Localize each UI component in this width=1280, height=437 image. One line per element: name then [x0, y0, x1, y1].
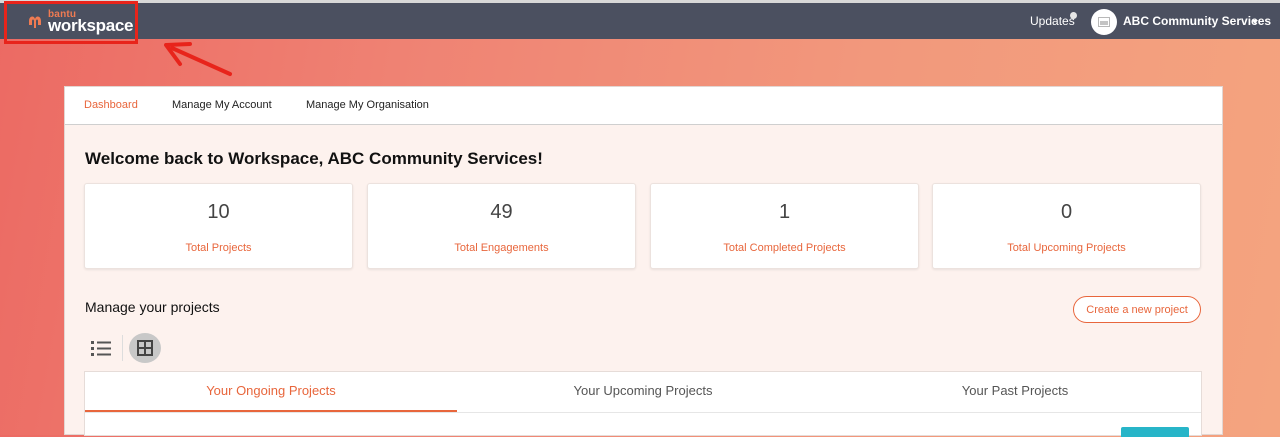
nav-dashboard[interactable]: Dashboard — [84, 99, 138, 111]
stat-label: Total Projects — [185, 242, 252, 254]
dashboard-panel: Dashboard Manage My Account Manage My Or… — [64, 86, 1223, 437]
stat-value: 10 — [207, 201, 230, 223]
manage-projects-heading: Manage your projects — [85, 299, 220, 315]
tab-upcoming-projects[interactable]: Your Upcoming Projects — [457, 372, 829, 412]
view-toggle-divider — [122, 335, 123, 361]
stat-card-total-projects: 10 Total Projects — [84, 183, 353, 269]
stat-label: Total Engagements — [454, 242, 549, 254]
stat-card-upcoming-projects: 0 Total Upcoming Projects — [932, 183, 1201, 269]
project-tabs: Your Ongoing Projects Your Upcoming Proj… — [84, 371, 1202, 437]
stat-card-total-engagements: 49 Total Engagements — [367, 183, 636, 269]
list-view-icon[interactable] — [89, 338, 113, 358]
pointer-arrow-icon — [164, 42, 232, 76]
tab-ongoing-projects[interactable]: Your Ongoing Projects — [85, 372, 457, 412]
stat-label: Total Completed Projects — [723, 242, 846, 254]
nav-manage-account[interactable]: Manage My Account — [172, 99, 272, 111]
stat-label: Total Upcoming Projects — [1007, 242, 1126, 254]
avatar[interactable] — [1091, 9, 1117, 35]
tab-past-projects[interactable]: Your Past Projects — [829, 372, 1201, 412]
chevron-down-icon[interactable] — [1252, 20, 1258, 24]
nav-manage-organisation[interactable]: Manage My Organisation — [306, 99, 429, 111]
stat-value: 1 — [778, 201, 791, 223]
tabs-divider — [85, 412, 1201, 413]
grid-view-button[interactable] — [129, 333, 161, 363]
create-project-button[interactable]: Create a new project — [1073, 296, 1201, 323]
welcome-heading: Welcome back to Workspace, ABC Community… — [85, 149, 543, 168]
action-button[interactable] — [1121, 427, 1189, 437]
top-navbar: bantu workspace Updates ABC Community Se… — [0, 0, 1280, 39]
updates-link[interactable]: Updates — [1030, 14, 1075, 28]
stat-value: 49 — [490, 201, 513, 223]
secondary-nav: Dashboard Manage My Account Manage My Or… — [65, 87, 1222, 125]
updates-badge — [1070, 12, 1077, 19]
image-icon — [1098, 17, 1110, 27]
stat-value: 0 — [1060, 201, 1073, 223]
logo-highlight-box — [4, 1, 138, 44]
stat-card-completed-projects: 1 Total Completed Projects — [650, 183, 919, 269]
org-name[interactable]: ABC Community Services — [1123, 14, 1271, 28]
grid-view-icon — [137, 340, 153, 356]
